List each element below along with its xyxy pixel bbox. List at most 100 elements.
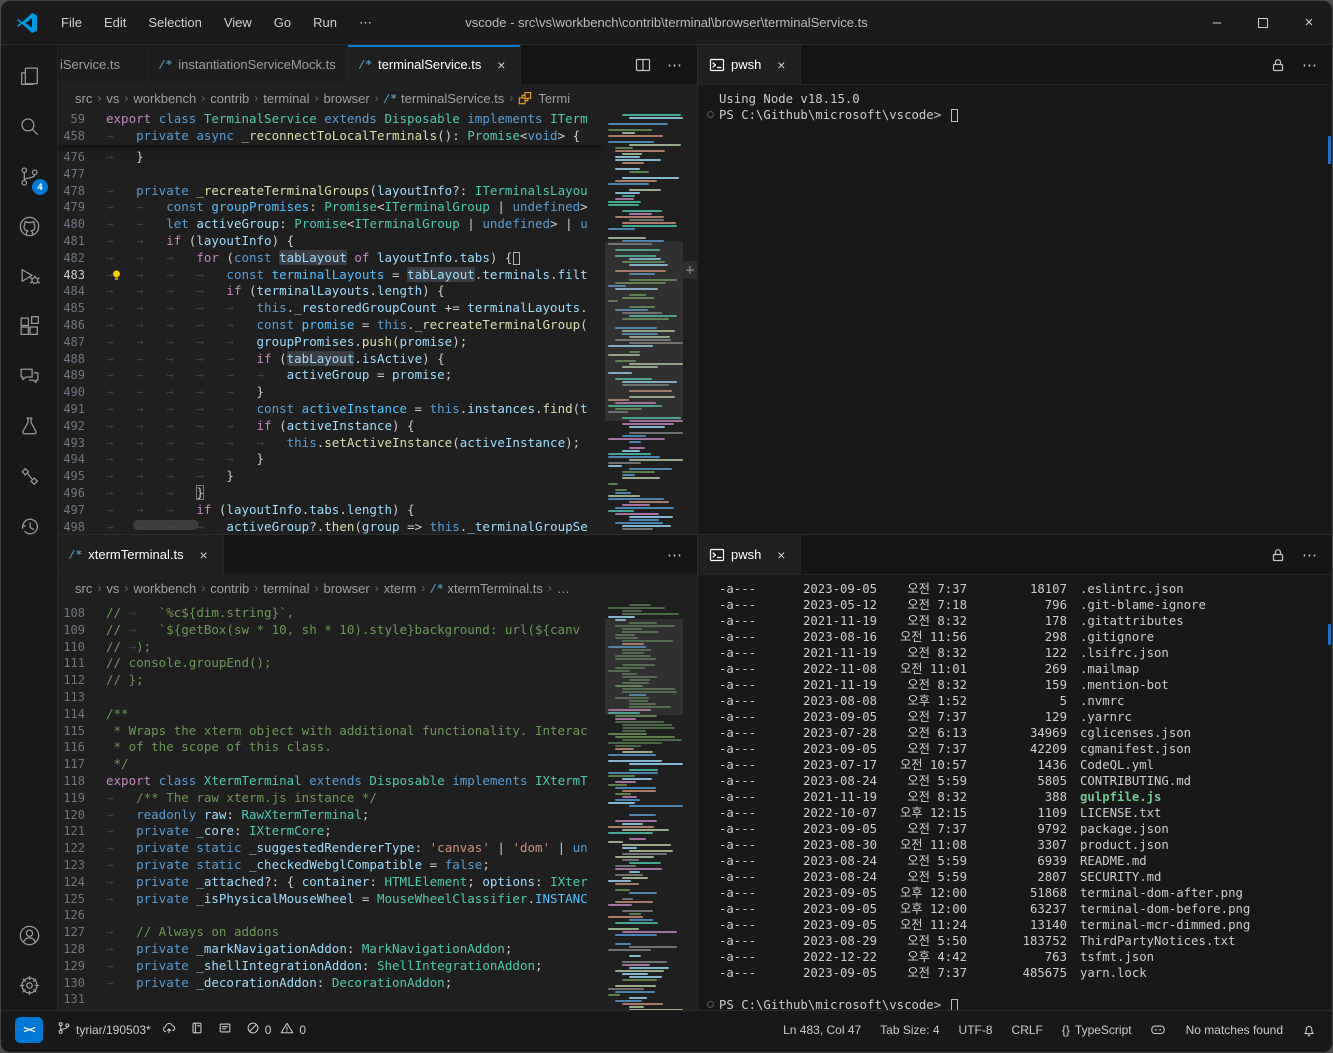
code-line[interactable]: 482→ → → for (const tabLayout of layoutI… [58,250,605,267]
command-decoration-icon[interactable] [707,111,714,118]
source-control-status[interactable]: tyriar/190503* [57,1021,176,1038]
code-line[interactable]: 458→ private async _reconnectToLocalTerm… [58,128,605,145]
code-line[interactable]: 59export class TerminalService extends D… [58,111,605,128]
breadcrumb-item-workbench[interactable]: workbench [133,581,196,596]
code-line[interactable]: 118export class XtermTerminal extends Di… [58,773,605,790]
code-line[interactable]: 479→ → const groupPromises: Promise<ITer… [58,199,605,216]
more-actions-icon[interactable]: ⋯ [1302,56,1318,74]
code-line[interactable]: 109// → `${getBox(sw * 10, sh * 10).styl… [58,622,605,639]
remote-indicator[interactable]: >< [15,1017,43,1043]
menu-run[interactable]: Run [303,11,347,34]
code-line[interactable]: 127→ // Always on addons [58,924,605,941]
activity-history-icon[interactable] [5,501,53,551]
code-line[interactable]: 128→ private _markNavigationAddon: MarkN… [58,941,605,958]
activity-settings-gear-icon[interactable] [5,960,53,1010]
code-line[interactable]: 126 [58,907,605,924]
menu-view[interactable]: View [214,11,262,34]
minimap-slider[interactable] [605,241,683,421]
code-line[interactable]: 487→ → → → → groupPromises.push(promise)… [58,334,605,351]
code-editor[interactable]: 108// → `%c${dim.string}`,109// → `${get… [58,601,697,1010]
breadcrumb-item-vs[interactable]: vs [106,91,119,106]
terminal-output[interactable]: Using Node v18.15.0 PS C:\Github\microso… [698,85,1332,534]
breadcrumb-item-src[interactable]: src [75,581,92,596]
problems-status[interactable]: 0 0 [246,1021,306,1038]
tab-terminalService.ts[interactable]: /*terminalService.ts× [348,45,522,84]
status-notifications[interactable] [1302,1022,1318,1038]
breadcrumb-item-browser[interactable]: browser [324,91,370,106]
menu-file[interactable]: File [51,11,92,34]
close-icon[interactable]: × [773,57,789,73]
tab-pwsh[interactable]: pwsh× [698,535,801,574]
split-editor-icon[interactable] [635,57,651,73]
breadcrumb-item-[interactable]: … [557,581,570,596]
maximize-button[interactable] [1240,2,1286,44]
activity-files-icon[interactable] [5,51,53,101]
code-line[interactable]: 115 * Wraps the xterm object with additi… [58,723,605,740]
tab-iService.ts[interactable]: iService.ts [58,45,148,84]
breadcrumb-item-xterm[interactable]: xterm [384,581,417,596]
code-line[interactable]: 494→ → → → → } [58,451,605,468]
code-line[interactable]: 497→ → → if (layoutInfo.tabs.length) { [58,502,605,519]
code-line[interactable]: 491→ → → → → const activeInstance = this… [58,401,605,418]
code-line[interactable]: 486→ → → → → const promise = this._recre… [58,317,605,334]
minimap[interactable] [605,111,683,534]
breadcrumb-item-src[interactable]: src [75,91,92,106]
breadcrumb-item-browser[interactable]: browser [324,581,370,596]
activity-github-icon[interactable] [5,201,53,251]
menu-selection[interactable]: Selection [138,11,211,34]
code-line[interactable]: 477 [58,166,605,183]
activity-comments-icon[interactable] [5,351,53,401]
code-line[interactable]: 484→ → → → if (terminalLayouts.length) { [58,283,605,300]
status-language-mode[interactable]: {}TypeScript [1062,1023,1132,1037]
horizontal-scrollbar[interactable] [133,520,199,530]
minimap-slider[interactable] [605,619,683,715]
code-line[interactable]: 130→ private _decorationAddon: Decoratio… [58,975,605,992]
code-line[interactable]: 480→ → let activeGroup: Promise<ITermina… [58,216,605,233]
activity-references-icon[interactable] [5,451,53,501]
status-eol[interactable]: CRLF [1012,1023,1043,1037]
menu-edit[interactable]: Edit [94,11,136,34]
activity-run-debug-icon[interactable] [5,251,53,301]
close-icon[interactable]: × [493,57,509,73]
breadcrumb-item-terminal[interactable]: terminal [263,581,309,596]
menu-[interactable]: ⋯ [349,11,382,35]
code-line[interactable]: 120→ readonly raw: RawXtermTerminal; [58,807,605,824]
code-line[interactable]: 485→ → → → → this._restoredGroupCount +=… [58,300,605,317]
activity-test-beaker-icon[interactable] [5,401,53,451]
code-line[interactable]: 483→ → → → const terminalLayouts = tabLa… [58,267,605,284]
more-actions-icon[interactable]: ⋯ [667,56,683,74]
code-line[interactable]: 132→ // Optional addons [58,1008,605,1010]
activity-search-icon[interactable] [5,101,53,151]
terminal-output[interactable]: -a---2023-09-05오전 7:3718107.eslintrc.jso… [698,575,1332,1010]
notebook-status[interactable] [190,1021,204,1038]
vertical-scrollbar[interactable] [683,601,697,1010]
code-line[interactable]: 490→ → → → → } [58,384,605,401]
tab-pwsh[interactable]: pwsh× [698,45,801,84]
lightbulb-icon[interactable] [110,269,124,283]
status-copilot[interactable] [1151,1022,1167,1038]
breadcrumb[interactable]: src›vs›workbench›contrib›terminal›browse… [58,575,697,601]
code-line[interactable]: 121→ private _core: IXtermCore; [58,823,605,840]
terminal-prompt[interactable]: PS C:\Github\microsoft\vscode> [707,997,1332,1010]
code-line[interactable]: 123→ private static _checkedWebglCompati… [58,857,605,874]
status-indentation[interactable]: Tab Size: 4 [880,1023,939,1037]
more-actions-icon[interactable]: ⋯ [667,546,683,564]
code-line[interactable]: 122→ private static _suggestedRendererTy… [58,840,605,857]
activity-source-control-icon[interactable]: 4 [5,151,53,201]
status-cursor-position[interactable]: Ln 483, Col 47 [783,1023,861,1037]
breadcrumb-item-contrib[interactable]: contrib [210,581,249,596]
code-editor[interactable]: 59export class TerminalService extends D… [58,111,697,534]
lock-icon[interactable] [1270,547,1286,563]
vertical-scrollbar[interactable]: + [683,111,697,534]
code-line[interactable]: 478→ private _recreateTerminalGroups(lay… [58,183,605,200]
status-encoding[interactable]: UTF-8 [959,1023,993,1037]
code-line[interactable]: 489→ → → → → → activeGroup = promise; [58,367,605,384]
minimize-button[interactable]: – [1194,2,1240,44]
terminal-prompt[interactable]: PS C:\Github\microsoft\vscode> [707,107,1332,123]
code-line[interactable]: 495→ → → → } [58,468,605,485]
code-line[interactable]: 116 * of the scope of this class. [58,739,605,756]
more-actions-icon[interactable]: ⋯ [1302,546,1318,564]
close-icon[interactable]: × [196,547,212,563]
close-icon[interactable]: × [773,547,789,563]
code-line[interactable]: 113 [58,689,605,706]
